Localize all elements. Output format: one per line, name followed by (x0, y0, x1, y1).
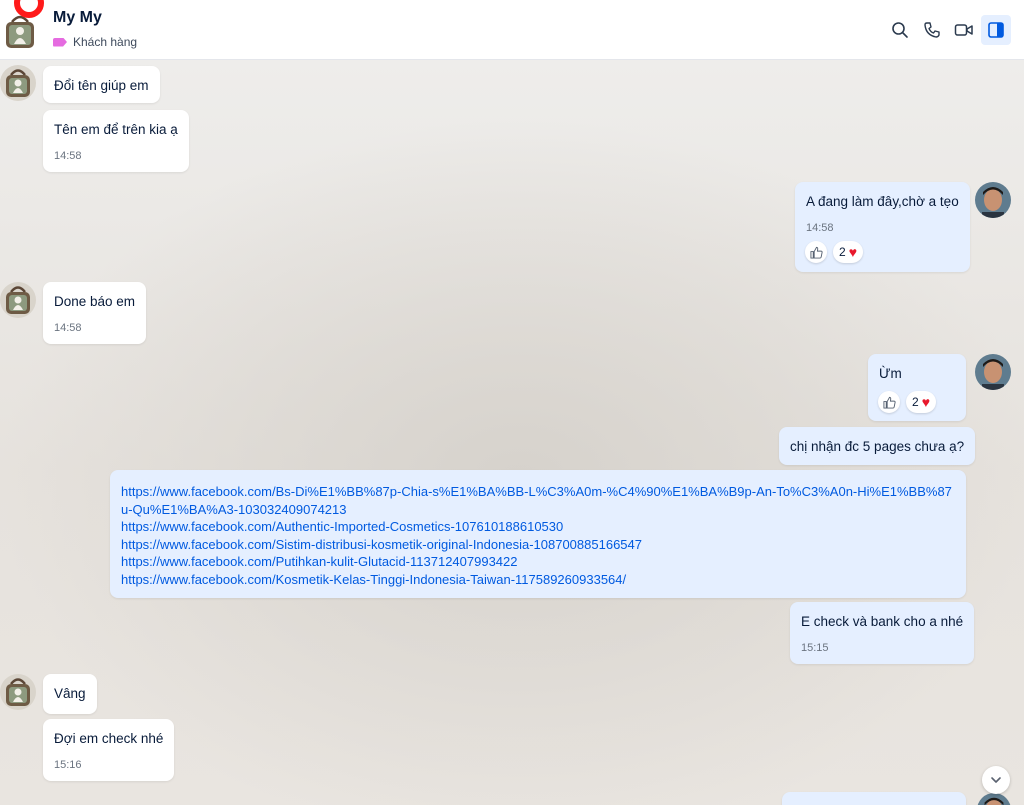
my-avatar[interactable] (975, 354, 1011, 390)
message-time: 14:58 (806, 222, 834, 234)
sidebar-toggle-icon (988, 22, 1004, 38)
video-icon (954, 24, 973, 36)
message-text: Tên em để trên kia ạ (54, 122, 178, 137)
toggle-info-panel-button[interactable] (981, 15, 1011, 45)
call-button[interactable] (917, 15, 947, 45)
message-text: Đợi em check nhé (54, 731, 164, 746)
message-text: Done báo em (54, 294, 136, 309)
my-avatar[interactable] (975, 182, 1011, 218)
links-message-bubble[interactable]: https://www.facebook.com/Bs-Di%E1%BB%87p… (110, 470, 966, 598)
message-text: E check và bank cho a nhé (801, 614, 964, 629)
message-text: A đang làm đây,chờ a tẹo (806, 194, 959, 209)
message-list[interactable]: Đổi tên giúp em Tên em để trên kia ạ 14:… (0, 60, 1024, 805)
reaction-count[interactable]: 2 ♥ (833, 241, 863, 263)
reaction-count-value: 2 (912, 395, 919, 409)
message-bubble[interactable]: chị nhận đc 5 pages chưa ạ? (779, 427, 976, 465)
phone-icon (924, 22, 940, 38)
tag-label: Khách hàng (73, 35, 138, 49)
message-text: Ừm (879, 366, 902, 381)
message-time: 14:58 (54, 322, 82, 334)
message-bubble[interactable]: Tên em để trên kia ạ 14:58 (43, 110, 189, 172)
message-bubble[interactable]: E check và bank cho a nhé 15:15 (790, 602, 975, 664)
message-time: 15:15 (801, 642, 829, 654)
tag-icon (53, 37, 67, 47)
message-bubble[interactable]: Đổi tên giúp em (43, 66, 160, 103)
search-icon (892, 22, 908, 38)
facebook-page-link[interactable]: https://www.facebook.com/Sistim-distribu… (121, 536, 955, 554)
thumbs-up-icon (882, 396, 896, 409)
contact-name[interactable]: My My (53, 9, 102, 27)
message-time: 15:16 (54, 759, 82, 771)
contact-avatar-small[interactable] (0, 65, 36, 101)
contact-tag[interactable]: Khách hàng (53, 35, 137, 49)
heart-icon: ♥ (921, 394, 930, 410)
message-bubble-partial[interactable] (782, 792, 966, 805)
reaction-count-value: 2 (839, 245, 846, 259)
scroll-to-bottom-button[interactable] (982, 766, 1010, 794)
my-avatar[interactable] (977, 793, 1011, 805)
reaction-bar: 2 ♥ (878, 391, 936, 413)
thumbs-up-icon (809, 246, 823, 259)
reaction-count[interactable]: 2 ♥ (906, 391, 936, 413)
message-text: Vâng (54, 686, 86, 701)
reaction-bar: 2 ♥ (805, 241, 863, 263)
contact-avatar-small[interactable] (0, 282, 36, 318)
chat-header: My My Khách hàng (0, 0, 1024, 60)
chevron-down-icon (991, 777, 1001, 783)
heart-icon: ♥ (848, 244, 857, 260)
message-text: Đổi tên giúp em (54, 78, 149, 93)
message-text: chị nhận đc 5 pages chưa ạ? (790, 439, 965, 454)
message-bubble[interactable]: Đợi em check nhé 15:16 (43, 719, 175, 781)
facebook-page-link[interactable]: https://www.facebook.com/Authentic-Impor… (121, 518, 955, 536)
like-button[interactable] (805, 241, 827, 263)
message-bubble[interactable]: Done báo em 14:58 (43, 282, 147, 344)
message-time: 14:58 (54, 150, 82, 162)
contact-avatar-small[interactable] (0, 674, 36, 710)
search-button[interactable] (885, 15, 915, 45)
facebook-page-link[interactable]: https://www.facebook.com/Kosmetik-Kelas-… (121, 571, 955, 589)
facebook-page-link[interactable]: https://www.facebook.com/Putihkan-kulit-… (121, 553, 955, 571)
like-button[interactable] (878, 391, 900, 413)
message-bubble[interactable]: Vâng (43, 674, 97, 714)
facebook-page-link[interactable]: https://www.facebook.com/Bs-Di%E1%BB%87p… (121, 483, 955, 518)
video-call-button[interactable] (949, 15, 979, 45)
